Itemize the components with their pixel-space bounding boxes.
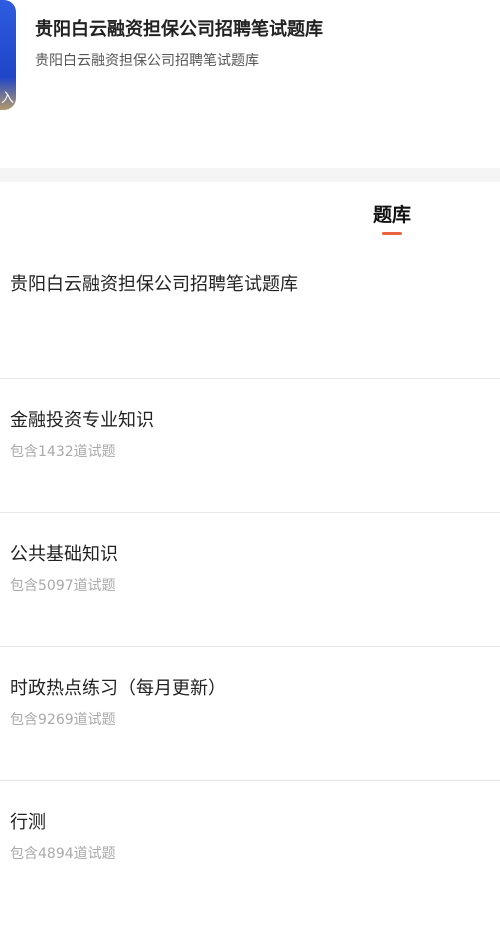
header-card[interactable]: 入 贵阳白云融资担保公司招聘笔试题库 贵阳白云融资担保公司招聘笔试题库 xyxy=(0,0,500,168)
page: 入 贵阳白云融资担保公司招聘笔试题库 贵阳白云融资担保公司招聘笔试题库 题库 贵… xyxy=(0,0,500,926)
list-item[interactable]: 金融投资专业知识 包含1432道试题 xyxy=(0,378,500,512)
question-bank-list: 金融投资专业知识 包含1432道试题 公共基础知识 包含5097道试题 时政热点… xyxy=(0,378,500,914)
tab-question-bank[interactable]: 题库 xyxy=(357,200,427,227)
list-item-title: 公共基础知识 xyxy=(10,544,118,565)
list-item[interactable]: 时政热点练习（每月更新） 包含9269道试题 xyxy=(0,646,500,780)
page-subtitle: 贵阳白云融资担保公司招聘笔试题库 xyxy=(35,53,259,69)
section-divider xyxy=(0,168,500,182)
list-item-count: 包含1432道试题 xyxy=(10,444,116,460)
list-item-count: 包含5097道试题 xyxy=(10,578,116,594)
list-item-count: 包含4894道试题 xyxy=(10,846,116,862)
active-tab-indicator xyxy=(382,232,402,235)
list-item-title: 金融投资专业知识 xyxy=(10,410,154,431)
list-item[interactable]: 行测 包含4894道试题 xyxy=(0,780,500,914)
list-item-count: 包含9269道试题 xyxy=(10,712,116,728)
cover-thumbnail[interactable]: 入 xyxy=(0,0,16,110)
section-title: 贵阳白云融资担保公司招聘笔试题库 xyxy=(10,274,298,295)
tab-bar: 题库 xyxy=(0,182,500,240)
thumbnail-tag: 入 xyxy=(0,91,14,106)
list-item-title: 时政热点练习（每月更新） xyxy=(10,678,226,699)
page-title: 贵阳白云融资担保公司招聘笔试题库 xyxy=(35,19,323,40)
list-item-title: 行测 xyxy=(10,812,46,833)
list-item[interactable]: 公共基础知识 包含5097道试题 xyxy=(0,512,500,646)
